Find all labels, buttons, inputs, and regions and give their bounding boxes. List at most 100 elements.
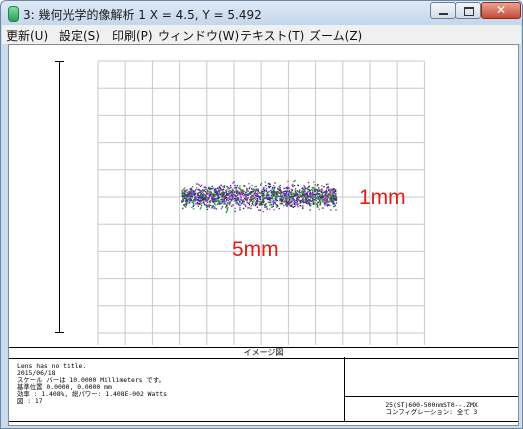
spot-point: [221, 200, 223, 202]
spot-point: [324, 199, 326, 201]
spot-point: [279, 200, 281, 202]
spot-point: [246, 202, 249, 204]
spot-point: [258, 204, 261, 206]
spot-point: [258, 198, 261, 200]
spot-point: [317, 206, 319, 209]
spot-point: [239, 201, 241, 204]
spot-point: [219, 188, 222, 191]
spot-point: [220, 207, 223, 210]
plot-area[interactable]: 1mm 5mm イメージ図 Lens has no title. 2015/06…: [8, 44, 519, 426]
spot-point: [205, 200, 207, 202]
spot-point: [219, 203, 221, 205]
spot-point: [181, 200, 183, 202]
menu-print[interactable]: 印刷(P): [112, 27, 153, 44]
spot-point: [290, 188, 293, 191]
spot-point: [225, 192, 227, 194]
spot-point: [302, 198, 304, 200]
spot-point: [259, 192, 261, 194]
spot-point: [206, 201, 209, 203]
spot-point: [313, 196, 315, 199]
spot-point: [214, 203, 216, 205]
spot-point: [302, 188, 305, 191]
spot-point: [325, 204, 327, 206]
spot-point: [243, 203, 245, 205]
spot-point: [327, 189, 330, 191]
spot-point: [291, 185, 294, 187]
spot-point: [320, 190, 322, 192]
spot-point: [242, 190, 244, 192]
spot-point: [293, 185, 296, 187]
minimize-button[interactable]: [430, 2, 456, 19]
spot-point: [272, 194, 275, 197]
spot-point: [262, 193, 265, 195]
spot-point: [292, 198, 295, 201]
spot-point: [329, 191, 331, 193]
spot-point: [197, 188, 200, 190]
spot-point: [234, 184, 236, 187]
spot-point: [242, 194, 244, 197]
menu-settings[interactable]: 設定(S): [59, 27, 100, 44]
spot-point: [212, 196, 214, 198]
spot-point: [208, 206, 210, 208]
menu-update[interactable]: 更新(U): [6, 27, 48, 44]
spot-point: [209, 186, 211, 189]
spot-point: [294, 205, 296, 208]
spot-point: [309, 209, 311, 211]
spot-point: [239, 209, 241, 211]
spot-point: [321, 201, 324, 203]
height-annotation: 1mm: [359, 186, 406, 209]
spot-point: [246, 198, 249, 200]
spot-point: [191, 191, 193, 193]
spot-point: [319, 204, 321, 206]
spot-point: [315, 196, 317, 198]
spot-point: [200, 206, 202, 209]
spot-point: [226, 210, 228, 212]
spot-point: [216, 197, 218, 200]
spot-point: [233, 194, 235, 196]
spot-point: [296, 194, 298, 196]
spot-point: [320, 192, 322, 194]
spot-point: [297, 184, 299, 187]
spot-point: [265, 194, 268, 196]
close-button[interactable]: ✕: [481, 2, 521, 19]
spot-point: [334, 194, 336, 197]
spot-point: [229, 204, 231, 206]
spot-point: [272, 190, 274, 192]
spot-point: [325, 197, 327, 199]
spot-point: [206, 206, 208, 208]
spot-point: [202, 192, 205, 195]
spot-point: [280, 193, 282, 196]
spot-point: [233, 200, 236, 202]
spot-point: [297, 196, 299, 199]
spot-point: [256, 193, 259, 195]
spot-point: [314, 188, 316, 190]
menu-window[interactable]: ウィンドウ(W): [158, 27, 239, 44]
spot-point: [182, 200, 185, 202]
spot-point: [280, 195, 283, 197]
spot-point: [229, 202, 231, 204]
app-icon[interactable]: [8, 6, 19, 22]
spot-point: [209, 191, 211, 193]
spot-point: [263, 190, 265, 192]
spot-point: [184, 187, 186, 189]
spot-point: [197, 183, 199, 185]
spot-point: [235, 195, 238, 197]
spot-point: [302, 192, 305, 194]
title-bar[interactable]: 3: 幾何光学的像解析 1 X = 4.5, Y = 5.492 ✕: [1, 1, 522, 25]
spot-point: [303, 199, 305, 201]
spot-point: [224, 185, 226, 187]
spot-point: [321, 188, 323, 190]
spot-point: [286, 189, 288, 192]
spot-point: [290, 195, 292, 197]
menu-zoom[interactable]: ズーム(Z): [309, 27, 362, 44]
maximize-button[interactable]: [455, 2, 481, 19]
menu-text[interactable]: テキスト(T): [240, 27, 304, 44]
spot-point: [207, 199, 209, 201]
spot-point: [330, 209, 332, 211]
spot-point: [217, 187, 219, 189]
spot-point: [244, 191, 247, 194]
spot-point: [182, 193, 184, 195]
spot-point: [197, 194, 199, 196]
spot-point: [211, 197, 213, 199]
spot-point: [203, 199, 205, 202]
